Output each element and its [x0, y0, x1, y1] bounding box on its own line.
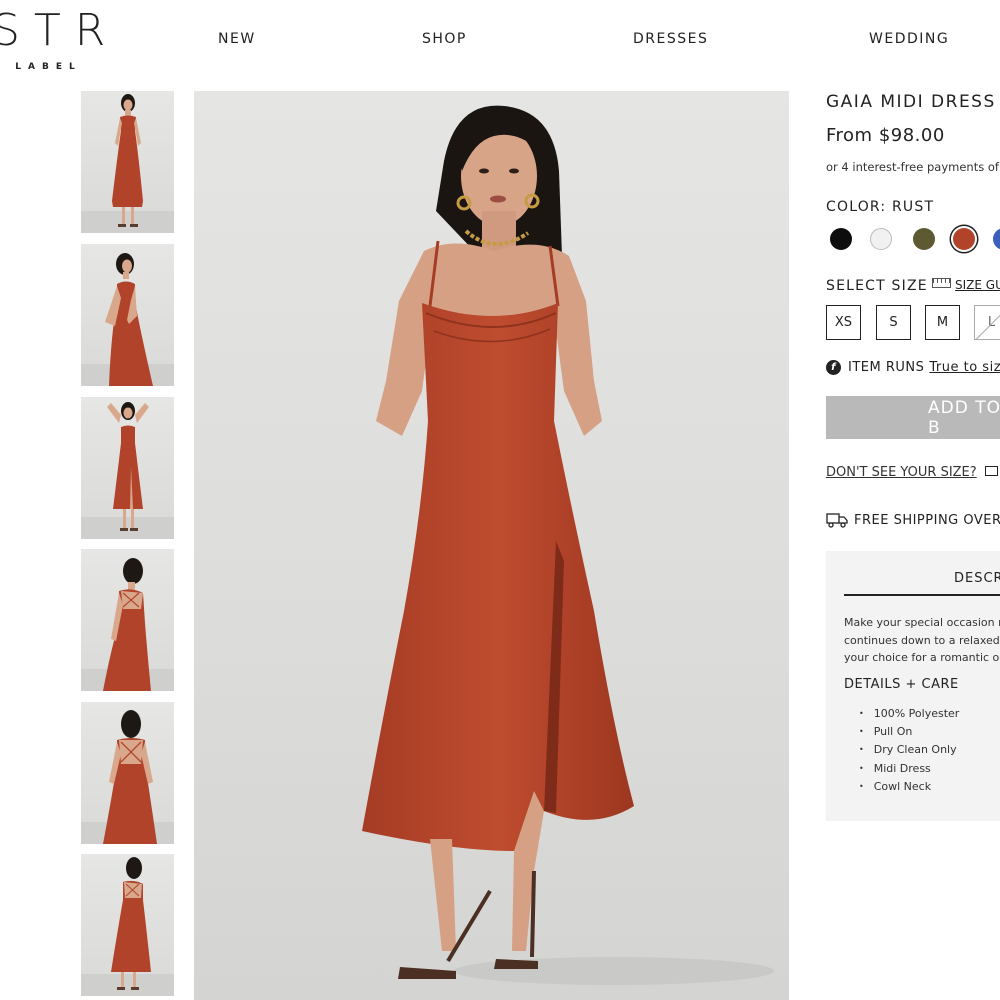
free-shipping-info: FREE SHIPPING OVER	[826, 512, 1000, 528]
size-button-xs[interactable]: XS	[826, 305, 861, 340]
brand-name: STR	[0, 5, 120, 56]
thumbnail-6[interactable]	[81, 854, 174, 996]
details-heading: DETAILS + CARE	[844, 677, 959, 692]
dont-see-size-link[interactable]: DON'T SEE YOUR SIZE?	[826, 465, 998, 480]
list-item: Midi Dress	[861, 760, 959, 778]
model-front-figure	[112, 94, 143, 227]
model-back-full-figure	[103, 710, 157, 844]
color-swatch-blue[interactable]	[993, 228, 1000, 250]
product-title: GAIA MIDI DRESS	[826, 92, 996, 112]
description-panel: DESCR Make your special occasion m conti…	[826, 551, 1000, 821]
fit-label: ITEM RUNS	[848, 360, 925, 375]
model-side-figure	[105, 253, 153, 386]
main-product-image[interactable]	[194, 91, 789, 1000]
add-to-bag-button[interactable]: ADD TO B	[826, 396, 1000, 439]
ruler-icon	[932, 278, 951, 288]
model-pose-figure	[107, 402, 149, 531]
envelope-icon	[984, 466, 998, 476]
color-swatch-black[interactable]	[830, 228, 852, 250]
fit-icon: f	[826, 360, 841, 375]
dont-see-size-label: DON'T SEE YOUR SIZE?	[826, 465, 977, 480]
description-line: continues down to a relaxed	[844, 633, 1000, 647]
description-text: Make your special occasion m continues d…	[844, 614, 1000, 667]
model-back-walk-figure	[111, 857, 151, 990]
size-guide-link[interactable]: SIZE GU	[932, 278, 1000, 292]
list-item: Pull On	[861, 723, 959, 741]
nav-item-new[interactable]: NEW	[218, 31, 256, 47]
thumbnail-5[interactable]	[81, 702, 174, 844]
details-list: 100% Polyester Pull On Dry Clean Only Mi…	[861, 705, 960, 796]
thumbnail-3[interactable]	[81, 397, 174, 539]
size-button-s[interactable]: S	[876, 305, 911, 340]
nav-item-wedding[interactable]: WEDDING	[869, 31, 949, 47]
color-swatch-olive[interactable]	[913, 228, 935, 250]
color-label: COLOR: RUST	[826, 199, 935, 215]
description-line: Make your special occasion m	[844, 616, 1000, 629]
tab-underline	[844, 594, 1000, 596]
thumbnail-2[interactable]	[81, 244, 174, 386]
select-size-label: SELECT SIZE	[826, 278, 928, 294]
truck-icon	[826, 513, 848, 528]
nav-item-dresses[interactable]: DRESSES	[633, 31, 708, 47]
size-button-m[interactable]: M	[925, 305, 960, 340]
fit-info: f ITEM RUNS True to siz	[826, 360, 1000, 375]
size-guide-label: SIZE GU	[955, 278, 1000, 292]
brand-logo[interactable]: STR E LABEL	[0, 4, 112, 74]
model-back-figure	[103, 558, 151, 691]
fit-value-link[interactable]: True to siz	[929, 360, 1000, 375]
list-item: Dry Clean Only	[861, 741, 959, 759]
thumbnail-1[interactable]	[81, 91, 174, 233]
list-item: Cowl Neck	[861, 778, 959, 796]
color-swatch-white[interactable]	[870, 228, 892, 250]
size-button-l[interactable]: L	[974, 305, 1000, 340]
tab-description[interactable]: DESCR	[844, 571, 1000, 586]
list-item: 100% Polyester	[861, 705, 960, 723]
thumbnail-4[interactable]	[81, 549, 174, 691]
description-line: your choice for a romantic oc	[844, 651, 1000, 664]
product-price: From $98.00	[826, 125, 945, 146]
model-figure	[362, 105, 774, 985]
color-swatch-rust[interactable]	[953, 228, 975, 250]
nav-item-shop[interactable]: SHOP	[422, 31, 467, 47]
installments-text: or 4 interest-free payments of $	[826, 160, 1000, 174]
brand-tagline: E LABEL	[0, 62, 82, 72]
free-shipping-label: FREE SHIPPING OVER	[854, 513, 1000, 528]
